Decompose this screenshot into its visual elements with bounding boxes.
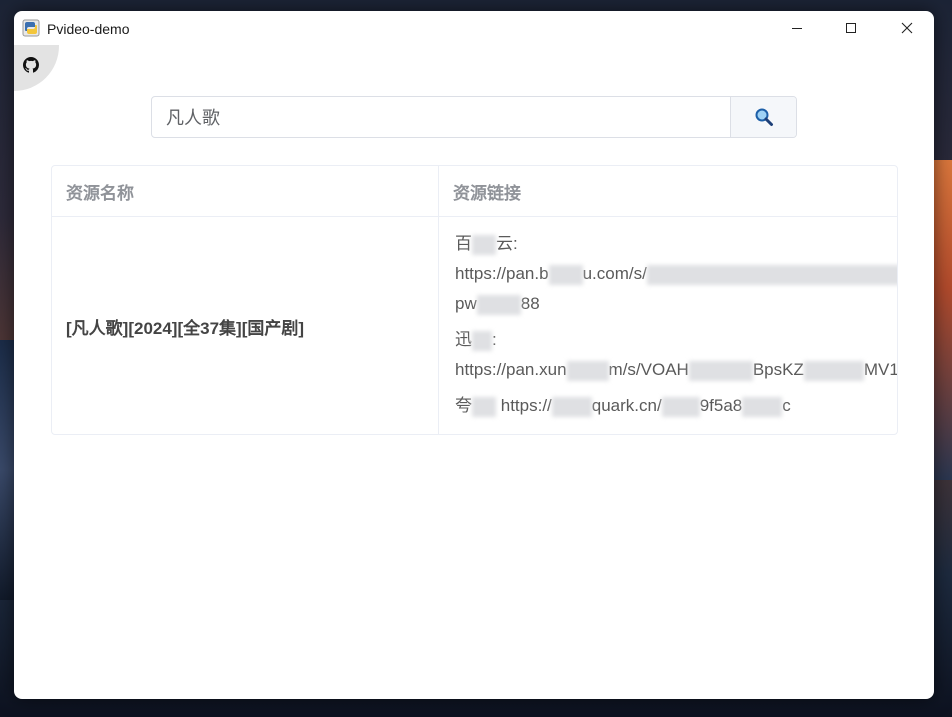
minimize-button[interactable] xyxy=(770,11,824,45)
minimize-icon xyxy=(792,28,802,29)
resource-links-cell: 百云: https://pan.b u.com/s/ pw 88 迅: https:… xyxy=(439,217,897,434)
search-bar xyxy=(151,96,797,138)
baidu-password: pw 88 xyxy=(455,294,540,315)
baidu-link[interactable]: https://pan.b u.com/s/ xyxy=(455,259,897,289)
xunlei-label: 迅: xyxy=(455,330,497,351)
close-button[interactable] xyxy=(880,11,934,45)
column-header-link: 资源链接 xyxy=(439,166,897,217)
search-button[interactable] xyxy=(730,97,796,137)
column-header-name: 资源名称 xyxy=(52,166,439,217)
close-icon xyxy=(901,22,913,34)
search-input[interactable] xyxy=(152,97,730,137)
app-window: Pvideo-demo 资源名称 资源链接 [凡人歌][2024][全37集][… xyxy=(14,11,934,699)
python-app-icon xyxy=(22,19,40,37)
baidu-label: 百云: xyxy=(455,234,518,255)
window-title: Pvideo-demo xyxy=(47,21,130,37)
title-bar[interactable]: Pvideo-demo xyxy=(14,11,934,45)
maximize-button[interactable] xyxy=(824,11,878,45)
maximize-icon xyxy=(846,23,856,33)
resource-name-cell: [凡人歌][2024][全37集][国产剧] xyxy=(52,217,439,434)
github-icon xyxy=(23,57,39,73)
magnifier-icon xyxy=(755,108,773,126)
github-corner-link[interactable] xyxy=(14,45,59,91)
xunlei-link[interactable]: https://pan.xunm/s/VOAHBpsKZMV1h xyxy=(455,355,897,385)
results-table: 资源名称 资源链接 [凡人歌][2024][全37集][国产剧] 百云: htt… xyxy=(51,165,898,435)
quark-link[interactable]: 夸 https://quark.cn/9f5a8 c xyxy=(455,391,897,421)
